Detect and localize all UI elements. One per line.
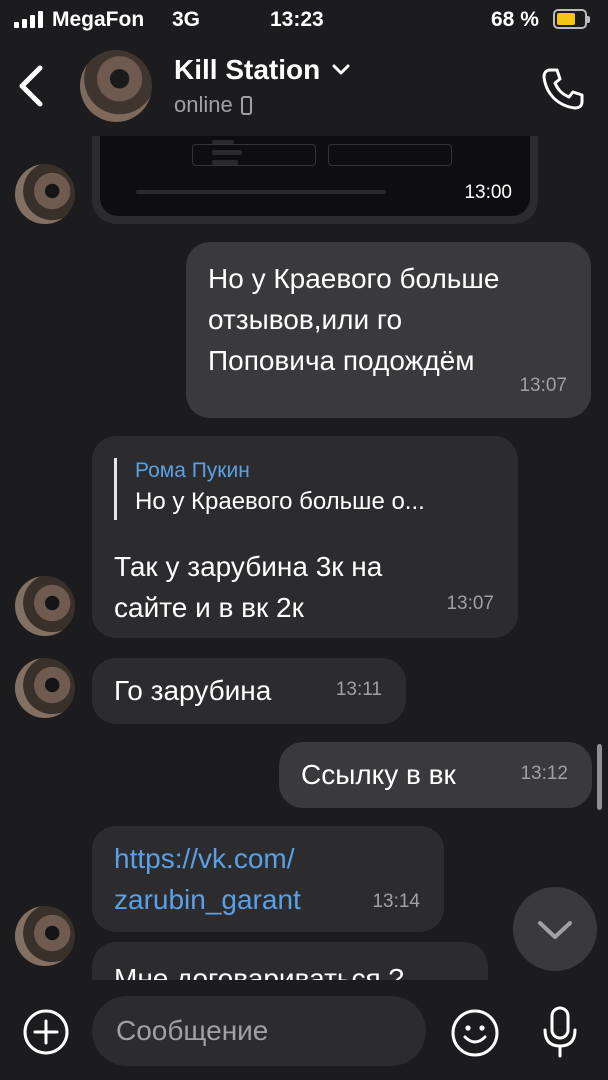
message-time: 13:00 <box>464 182 512 203</box>
carrier-name: MegaFon <box>52 8 145 31</box>
incoming-message[interactable]: Рома Пукин Но у Краевого больше о... Так… <box>92 436 518 638</box>
back-button[interactable] <box>12 58 52 114</box>
emoji-icon <box>451 1009 499 1057</box>
attach-button[interactable] <box>22 1008 70 1056</box>
sender-avatar[interactable] <box>15 906 75 966</box>
reply-text: Но у Краевого больше о... <box>135 488 425 515</box>
message-line: Но у Краевого больше <box>208 263 500 294</box>
back-chevron-icon <box>19 65 43 107</box>
reply-author: Рома Пукин <box>135 459 250 482</box>
message-input-placeholder: Сообщение <box>116 1015 269 1046</box>
message-time: 13:14 <box>372 891 420 912</box>
battery-percent: 68 % <box>491 8 539 31</box>
emoji-button[interactable] <box>450 1008 500 1058</box>
phone-icon <box>542 68 584 110</box>
outgoing-message[interactable]: Но у Краевого больше отзывов,или го Попо… <box>186 242 591 418</box>
call-button[interactable] <box>540 66 586 112</box>
reply-quote[interactable]: Рома Пукин Но у Краевого больше о... <box>114 458 425 520</box>
chevron-down-icon <box>538 921 572 939</box>
message-time: 13:11 <box>335 679 382 700</box>
incoming-message[interactable]: Го зарубина 13:11 <box>92 658 406 724</box>
scrollbar[interactable] <box>597 744 602 810</box>
message-line: Ссылку в вк <box>301 759 456 790</box>
scroll-to-bottom-button[interactable] <box>513 887 597 971</box>
message-line: сайте и в вк 2к <box>114 592 304 623</box>
message-input[interactable]: Сообщение <box>92 996 426 1066</box>
message-time: 13:12 <box>520 763 568 784</box>
microphone-icon <box>543 1006 577 1058</box>
network-type: 3G <box>172 8 201 31</box>
sender-avatar[interactable] <box>15 658 75 718</box>
battery-icon <box>553 9 590 29</box>
message-composer: Сообщение <box>0 980 608 1080</box>
signal-strength-icon <box>14 11 43 28</box>
message-line: Мне договариваться ? <box>114 963 405 980</box>
chat-header: Kill Station online <box>0 40 608 136</box>
status-bar: MegaFon 3G 13:23 68 % <box>0 0 608 40</box>
photo-preview <box>100 136 530 216</box>
online-status: online <box>174 92 233 117</box>
outgoing-message[interactable]: Ссылку в вк 13:12 <box>279 742 592 808</box>
plus-circle-icon <box>23 1009 69 1055</box>
chat-avatar[interactable] <box>80 50 152 122</box>
photo-message[interactable]: 13:00 <box>92 136 538 224</box>
message-list[interactable]: 13:00 Но у Краевого больше отзывов,или г… <box>0 136 608 980</box>
message-line: Так у зарубина 3к на <box>114 551 383 582</box>
chevron-down-icon <box>332 64 350 75</box>
voice-message-button[interactable] <box>540 1004 580 1060</box>
chat-status: online <box>174 92 252 118</box>
chat-title-button[interactable]: Kill Station <box>174 54 350 86</box>
mobile-device-icon <box>240 95 252 115</box>
chat-title: Kill Station <box>174 54 321 85</box>
incoming-message[interactable]: https://vk.com/ zarubin_garant 13:14 <box>92 826 444 932</box>
sender-avatar[interactable] <box>15 576 75 636</box>
incoming-message[interactable]: Мне договариваться ? <box>92 942 488 980</box>
message-link[interactable]: https://vk.com/ <box>114 838 444 879</box>
message-time: 13:07 <box>446 593 494 614</box>
message-time: 13:07 <box>519 375 567 396</box>
message-line: Го зарубина <box>114 675 272 706</box>
sender-avatar[interactable] <box>15 164 75 224</box>
status-time: 13:23 <box>270 8 324 31</box>
message-line: отзывов,или го <box>208 304 403 335</box>
